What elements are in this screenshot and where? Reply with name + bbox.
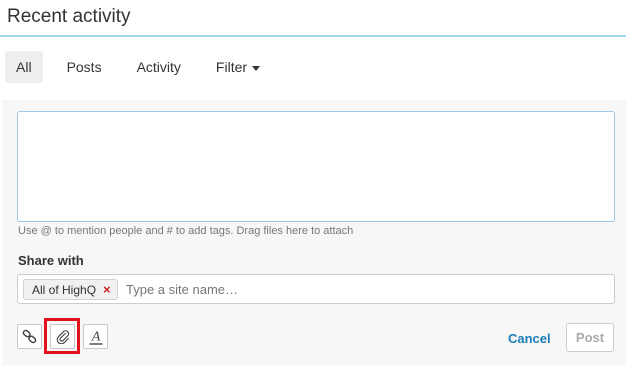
svg-text:A: A [90,329,100,344]
tab-posts[interactable]: Posts [56,51,113,83]
title-divider [0,35,626,37]
insert-link-button[interactable] [17,324,42,349]
tab-bar: All Posts Activity Filter [5,51,284,83]
tab-activity-label: Activity [136,59,181,75]
attach-button-highlight [44,318,80,354]
text-format-button[interactable]: A [83,324,108,349]
tab-posts-label: Posts [66,59,102,75]
remove-chip-icon[interactable]: × [103,282,111,297]
compose-panel: Use @ to mention people and # to add tag… [2,100,626,366]
cancel-button[interactable]: Cancel [508,331,551,346]
post-button[interactable]: Post [566,323,614,352]
tab-activity[interactable]: Activity [126,51,192,83]
page-title: Recent activity [7,6,131,27]
tab-all[interactable]: All [5,51,43,83]
site-name-input[interactable] [126,280,606,299]
share-chip: All of HighQ × [23,279,118,300]
link-icon [22,329,37,344]
tab-all-label: All [16,59,32,75]
tab-filter-dropdown[interactable]: Filter [205,51,271,83]
caret-down-icon [252,65,261,71]
share-chip-label: All of HighQ [32,282,97,297]
share-with-field[interactable]: All of HighQ × [17,274,615,304]
text-format-icon: A [89,329,102,345]
share-with-label: Share with [18,253,84,268]
compose-hint: Use @ to mention people and # to add tag… [18,225,354,237]
tab-filter-label: Filter [215,59,248,75]
post-compose-textarea[interactable] [17,111,615,222]
